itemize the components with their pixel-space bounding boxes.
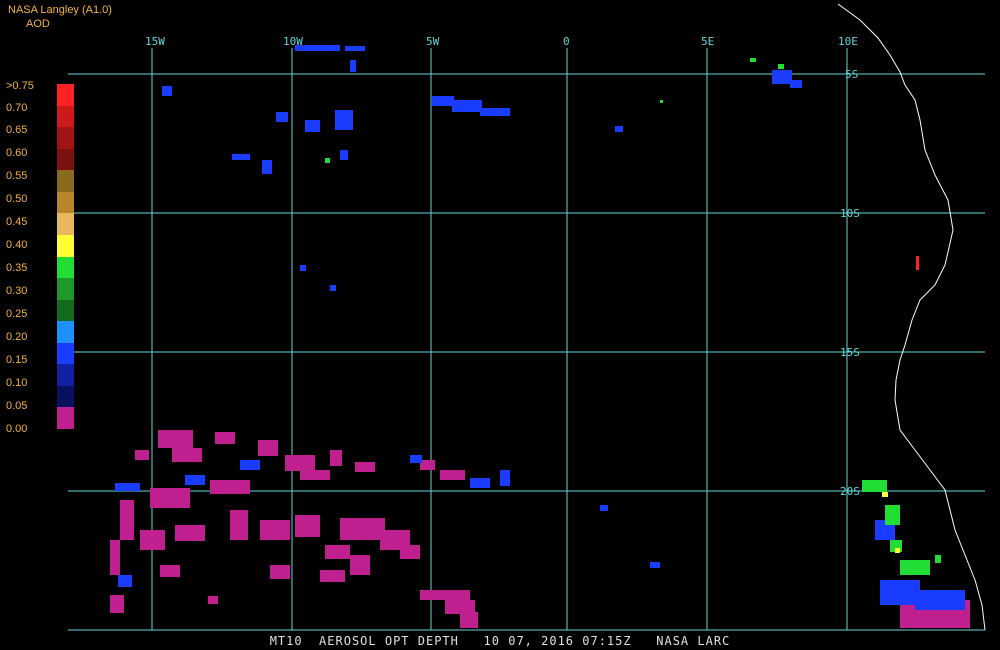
scale-swatch [57,170,74,193]
scale-label: 0.30 [6,285,28,297]
scale-swatch [57,191,74,214]
scale-swatch [57,299,74,322]
scale-label: 0.40 [6,239,28,251]
scale-label: 0.50 [6,193,28,205]
scale-label: 0.20 [6,331,28,343]
scale-label: >0.75 [6,80,34,92]
aod-pixels [110,45,970,628]
scale-swatch [57,148,74,171]
scale-label: 0.25 [6,308,28,320]
scale-swatch [57,127,74,150]
lon-label-10e: 10E [838,35,858,48]
lon-label-5w: 5W [426,35,440,48]
aerosol-map: 15W 10W 5W 0 5E 10E 5S 10S 15S 20S [68,3,986,631]
scale-label: 0.55 [6,170,28,182]
scale-label: 0.60 [6,147,28,159]
lon-label-0: 0 [563,35,570,48]
scale-label: 0.10 [6,377,28,389]
footer-caption: MT10 AEROSOL OPT DEPTH 10 07, 2016 07:15… [269,634,731,648]
scale-swatch [57,364,74,387]
scale-swatch [57,213,74,236]
scale-swatch [57,234,74,257]
coastline [837,3,986,631]
lat-label-5s: 5S [845,68,858,81]
scale-label: 0.00 [6,423,28,435]
scale-swatch [57,321,74,344]
scale-swatch [57,278,74,301]
lat-label-10s: 10S [840,207,860,220]
scale-swatch [57,407,74,430]
lat-label-15s: 15S [840,346,860,359]
lon-label-15w: 15W [145,35,165,48]
graticule [68,48,985,631]
scale-label: 0.45 [6,216,28,228]
scale-label: 0.15 [6,354,28,366]
scale-label: 0.70 [6,102,28,114]
scale-swatch [57,84,74,106]
lon-label-5e: 5E [701,35,714,48]
scale-label: 0.65 [6,124,28,136]
lat-label-20s: 20S [840,485,860,498]
scale-swatch [57,342,74,365]
scale-swatch [57,105,74,128]
scale-swatch [57,385,74,408]
scale-swatch [57,256,74,279]
scale-label: 0.05 [6,400,28,412]
scale-label: 0.35 [6,262,28,274]
